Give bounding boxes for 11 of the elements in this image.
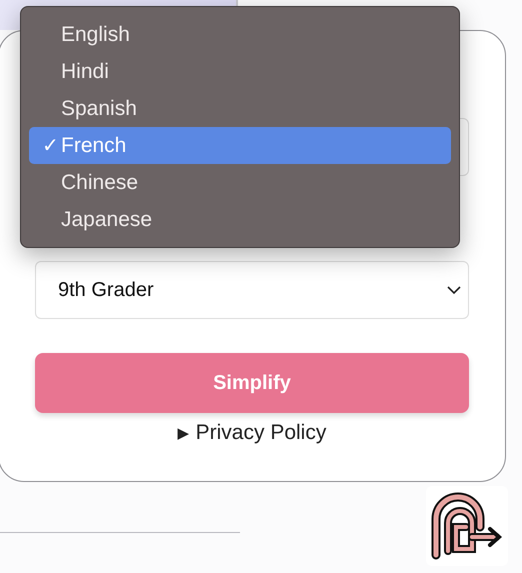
level-select[interactable]: 9th Grader xyxy=(35,261,469,319)
extension-logo-icon[interactable] xyxy=(426,486,508,566)
language-option[interactable]: English xyxy=(29,16,451,53)
chevron-icon xyxy=(446,285,462,295)
language-option[interactable]: Hindi xyxy=(29,53,451,90)
language-option[interactable]: Chinese xyxy=(29,164,451,201)
simplify-button[interactable]: Simplify xyxy=(35,353,469,413)
language-option[interactable]: ✓French xyxy=(29,127,451,164)
language-option[interactable]: Spanish xyxy=(29,90,451,127)
privacy-policy-toggle[interactable]: ▶ Privacy Policy xyxy=(178,421,326,445)
language-option[interactable]: Japanese xyxy=(29,201,451,238)
